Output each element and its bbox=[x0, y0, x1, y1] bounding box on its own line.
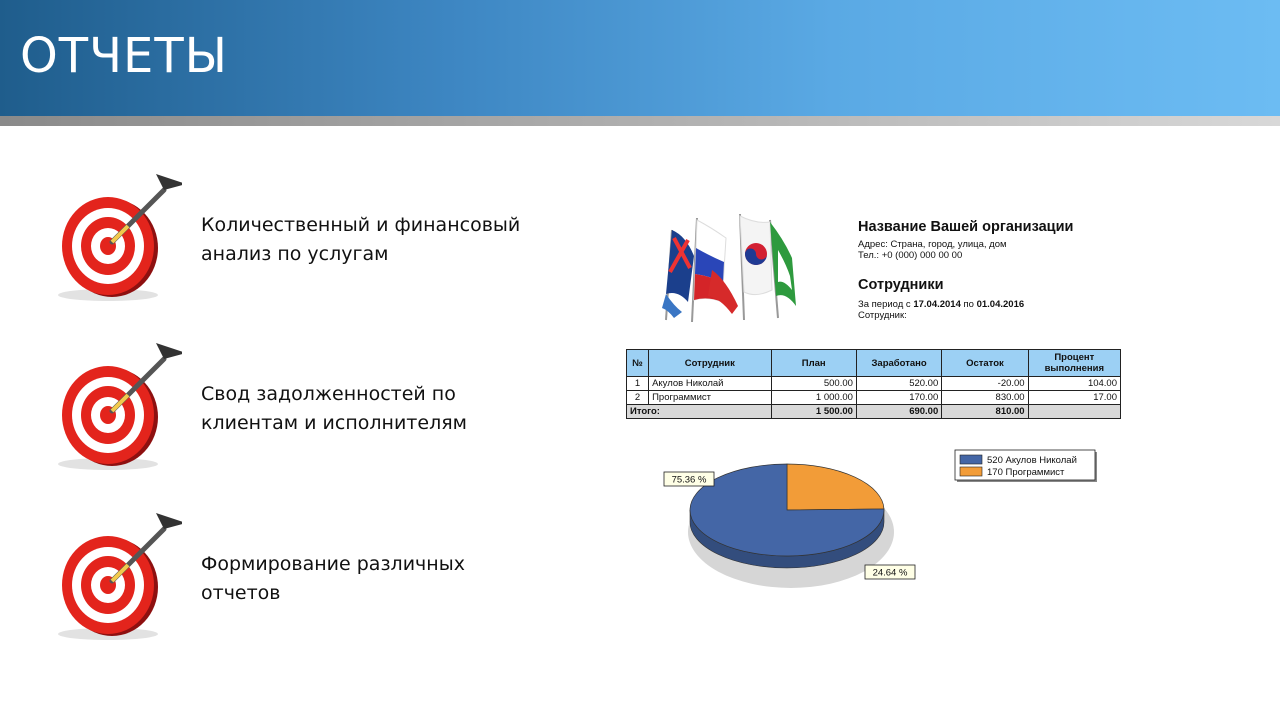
report-title: Сотрудники bbox=[858, 277, 944, 293]
cell-number: 1 bbox=[625, 376, 650, 391]
legend-swatch bbox=[959, 466, 983, 477]
total-plan: 1 500.00 bbox=[770, 404, 857, 419]
employee-label: Сотрудник: bbox=[858, 310, 907, 321]
legend-label: 520 Акулов Николай bbox=[987, 455, 1077, 466]
cell-earned: 520.00 bbox=[855, 376, 943, 391]
org-phone: Тел.: +0 (000) 000 00 00 bbox=[858, 250, 963, 261]
total-label: Итого: bbox=[626, 404, 772, 419]
bullet-line: Свод задолженностей по bbox=[201, 383, 456, 405]
target-dart-icon bbox=[58, 343, 182, 470]
report-period: За период с 17.04.2014 по 01.04.2016 bbox=[858, 299, 1158, 310]
org-address: Адрес: Страна, город, улица, дом bbox=[858, 239, 1007, 250]
column-header: План bbox=[770, 349, 857, 377]
target-dart-icon bbox=[58, 513, 182, 640]
period-to: 01.04.2016 bbox=[976, 299, 1025, 310]
total-remainder: 810.00 bbox=[941, 404, 1029, 419]
period-mid: по bbox=[960, 299, 977, 310]
bullet-services-analysis: Количественный и финансовый анализ по ус… bbox=[201, 211, 561, 269]
bullet-line: клиентам и исполнителям bbox=[201, 412, 467, 434]
period-prefix: За период с bbox=[858, 299, 914, 310]
cell-number: 2 bbox=[625, 390, 650, 405]
header-divider bbox=[0, 116, 1280, 126]
column-header: № bbox=[625, 349, 650, 377]
bullet-line: отчетов bbox=[201, 582, 281, 604]
bullet-reports: Формирование различных отчетов bbox=[201, 550, 561, 608]
flags-image bbox=[662, 213, 796, 323]
bullet-debts-summary: Свод задолженностей по клиентам и исполн… bbox=[201, 380, 561, 438]
slide-title: ОТЧЕТЫ bbox=[20, 28, 229, 84]
org-name: Название Вашей организации bbox=[858, 219, 1074, 235]
bullet-line: Формирование различных bbox=[201, 553, 465, 575]
cell-remainder: 830.00 bbox=[941, 390, 1029, 405]
column-header: Сотрудник bbox=[648, 349, 772, 377]
pie-chart: 24.64 % 75.36 % 520 Акулов Николай170 Про… bbox=[663, 449, 1097, 588]
column-header: Остаток bbox=[941, 349, 1029, 377]
cell-employee: Акулов Николай bbox=[648, 376, 772, 391]
period-from: 17.04.2014 bbox=[913, 299, 961, 310]
bullet-line: Количественный и финансовый bbox=[201, 214, 521, 236]
report-table: № Сотрудник План Заработано Остаток Проц… bbox=[625, 349, 1122, 419]
report-organization-block: Название Вашей организации Адрес: Страна… bbox=[858, 219, 1158, 321]
legend-label: 170 Программист bbox=[987, 467, 1065, 478]
bullet-line: анализ по услугам bbox=[201, 243, 389, 265]
pie-slices bbox=[689, 463, 885, 557]
table-header-row: № Сотрудник План Заработано Остаток Проц… bbox=[625, 349, 1122, 377]
legend-swatch bbox=[959, 454, 983, 465]
cell-percent: 17.00 bbox=[1027, 390, 1122, 405]
cell-plan: 1 000.00 bbox=[770, 390, 857, 405]
cell-plan: 500.00 bbox=[770, 376, 857, 391]
percent-label: 24.64 % bbox=[873, 568, 908, 579]
table-row: 2 Программист 1 000.00 170.00 830.00 17.… bbox=[625, 390, 1122, 405]
table-total-row: Итого: 1 500.00 690.00 810.00 bbox=[626, 404, 1122, 419]
target-dart-icon bbox=[58, 174, 182, 301]
column-header: Процент выполнения bbox=[1027, 349, 1122, 377]
cell-percent: 104.00 bbox=[1027, 376, 1122, 391]
table-row: 1 Акулов Николай 500.00 520.00 -20.00 10… bbox=[625, 376, 1122, 391]
cell-remainder: -20.00 bbox=[941, 376, 1029, 391]
percent-label: 75.36 % bbox=[672, 475, 707, 486]
total-percent bbox=[1027, 404, 1122, 419]
column-header: Заработано bbox=[855, 349, 943, 377]
cell-employee: Программист bbox=[648, 390, 772, 405]
total-earned: 690.00 bbox=[855, 404, 943, 419]
pie-legend: 520 Акулов Николай170 Программист bbox=[954, 449, 1097, 482]
cell-earned: 170.00 bbox=[855, 390, 943, 405]
pie-slice bbox=[786, 463, 885, 511]
